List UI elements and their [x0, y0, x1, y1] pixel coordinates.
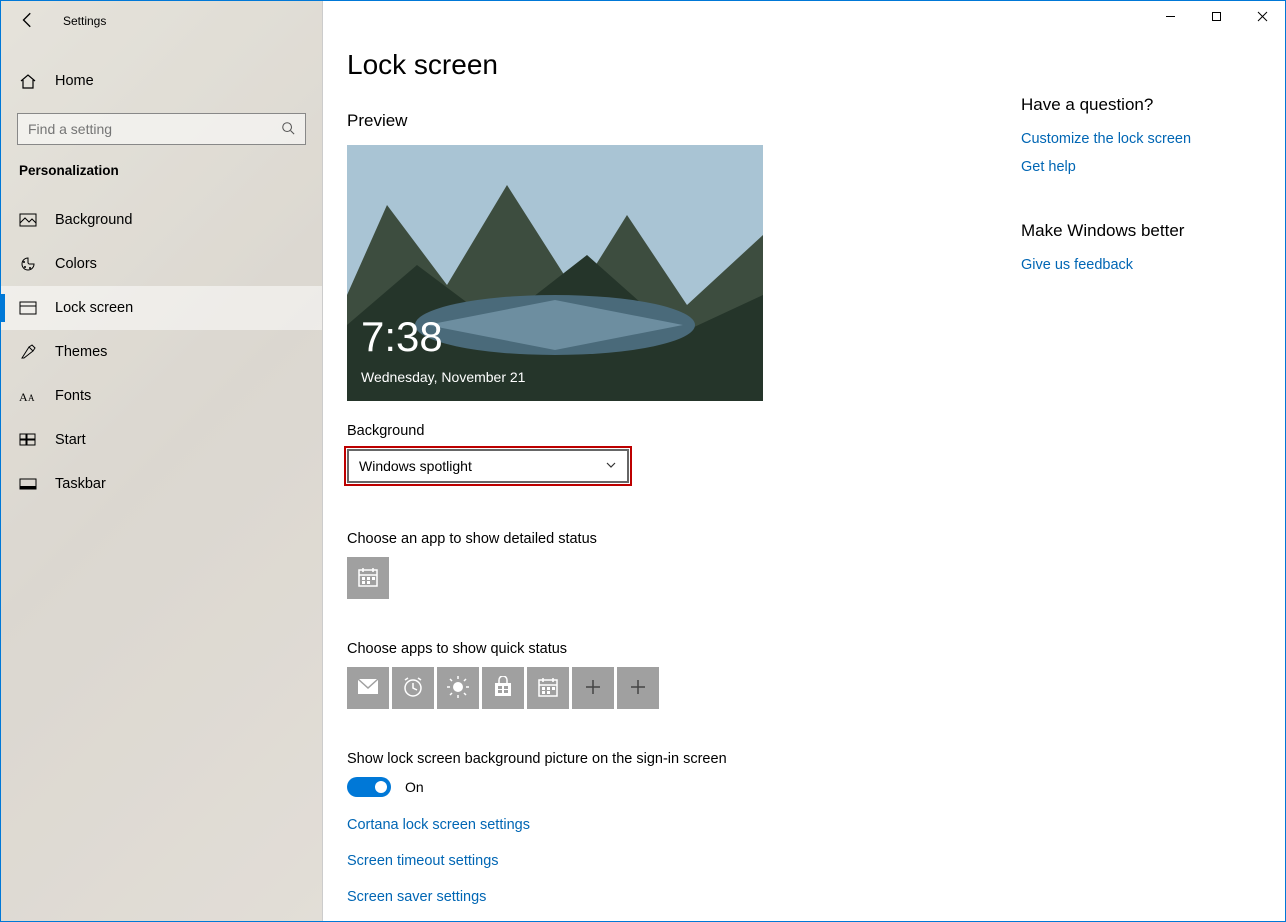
svg-text:A: A	[19, 390, 28, 404]
search-icon	[281, 121, 295, 138]
close-button[interactable]	[1239, 1, 1285, 31]
calendar-icon	[537, 676, 559, 701]
sidebar-item-label: Start	[55, 432, 86, 448]
background-field-label: Background	[347, 423, 997, 439]
signin-bg-toggle[interactable]	[347, 777, 391, 797]
sidebar-item-lock-screen[interactable]: Lock screen	[1, 286, 322, 330]
quick-status-tile-mail[interactable]	[347, 667, 389, 709]
preview-label: Preview	[347, 111, 997, 131]
home-label: Home	[55, 73, 94, 89]
background-icon	[19, 212, 37, 228]
quick-status-tile-alarm[interactable]	[392, 667, 434, 709]
back-icon[interactable]	[19, 11, 37, 32]
maximize-button[interactable]	[1193, 1, 1239, 31]
signin-bg-label: Show lock screen background picture on t…	[347, 751, 997, 767]
themes-icon	[19, 344, 37, 360]
preview-time: 7:38	[361, 313, 443, 361]
sidebar-item-start[interactable]: Start	[1, 418, 322, 462]
quick-status-tile-add-1[interactable]	[572, 667, 614, 709]
sidebar-item-taskbar[interactable]: Taskbar	[1, 462, 322, 506]
background-dropdown[interactable]: Windows spotlight	[347, 449, 629, 483]
quick-status-tile-store[interactable]	[482, 667, 524, 709]
sidebar-item-themes[interactable]: Themes	[1, 330, 322, 374]
screensaver-link[interactable]: Screen saver settings	[347, 889, 997, 905]
sidebar-item-background[interactable]: Background	[1, 198, 322, 242]
help-heading: Have a question?	[1021, 95, 1261, 115]
detailed-status-label: Choose an app to show detailed status	[347, 531, 997, 547]
sidebar-section-head: Personalization	[1, 163, 322, 178]
chevron-down-icon	[605, 458, 617, 474]
search-input[interactable]	[17, 113, 306, 145]
plus-icon	[583, 677, 603, 700]
sidebar-item-label: Lock screen	[55, 300, 133, 316]
sidebar-item-label: Background	[55, 212, 132, 228]
calendar-icon	[357, 566, 379, 591]
window-title: Settings	[63, 14, 106, 28]
start-icon	[19, 432, 37, 448]
timeout-link[interactable]: Screen timeout settings	[347, 853, 997, 869]
mail-icon	[357, 678, 379, 699]
feedback-link[interactable]: Give us feedback	[1021, 257, 1261, 273]
lock-screen-icon	[19, 300, 37, 316]
sidebar-home[interactable]: Home	[1, 59, 322, 103]
alarm-icon	[402, 676, 424, 701]
search-field[interactable]	[28, 121, 268, 137]
help-link-gethelp[interactable]: Get help	[1021, 159, 1261, 175]
quick-status-label: Choose apps to show quick status	[347, 641, 997, 657]
sidebar-item-label: Themes	[55, 344, 107, 360]
taskbar-icon	[19, 476, 37, 492]
sidebar-item-colors[interactable]: Colors	[1, 242, 322, 286]
fonts-icon: AA	[19, 388, 37, 404]
help-link-customize[interactable]: Customize the lock screen	[1021, 131, 1261, 147]
quick-status-tile-weather[interactable]	[437, 667, 479, 709]
minimize-button[interactable]	[1147, 1, 1193, 31]
colors-icon	[19, 256, 37, 272]
feedback-heading: Make Windows better	[1021, 221, 1261, 241]
svg-text:A: A	[28, 393, 35, 403]
preview-date: Wednesday, November 21	[361, 369, 525, 385]
plus-icon	[628, 677, 648, 700]
sidebar-item-fonts[interactable]: AA Fonts	[1, 374, 322, 418]
sidebar-item-label: Fonts	[55, 388, 91, 404]
page-title: Lock screen	[347, 49, 997, 81]
toggle-state-label: On	[405, 779, 424, 795]
dropdown-value: Windows spotlight	[359, 458, 472, 474]
quick-status-tile-calendar[interactable]	[527, 667, 569, 709]
cortana-link[interactable]: Cortana lock screen settings	[347, 817, 997, 833]
sidebar-item-label: Taskbar	[55, 476, 106, 492]
sidebar-item-label: Colors	[55, 256, 97, 272]
detailed-status-app-tile[interactable]	[347, 557, 389, 599]
store-icon	[492, 676, 514, 701]
home-icon	[19, 73, 37, 89]
weather-icon	[446, 675, 470, 702]
lock-screen-preview: 7:38 Wednesday, November 21	[347, 145, 763, 401]
quick-status-tile-add-2[interactable]	[617, 667, 659, 709]
